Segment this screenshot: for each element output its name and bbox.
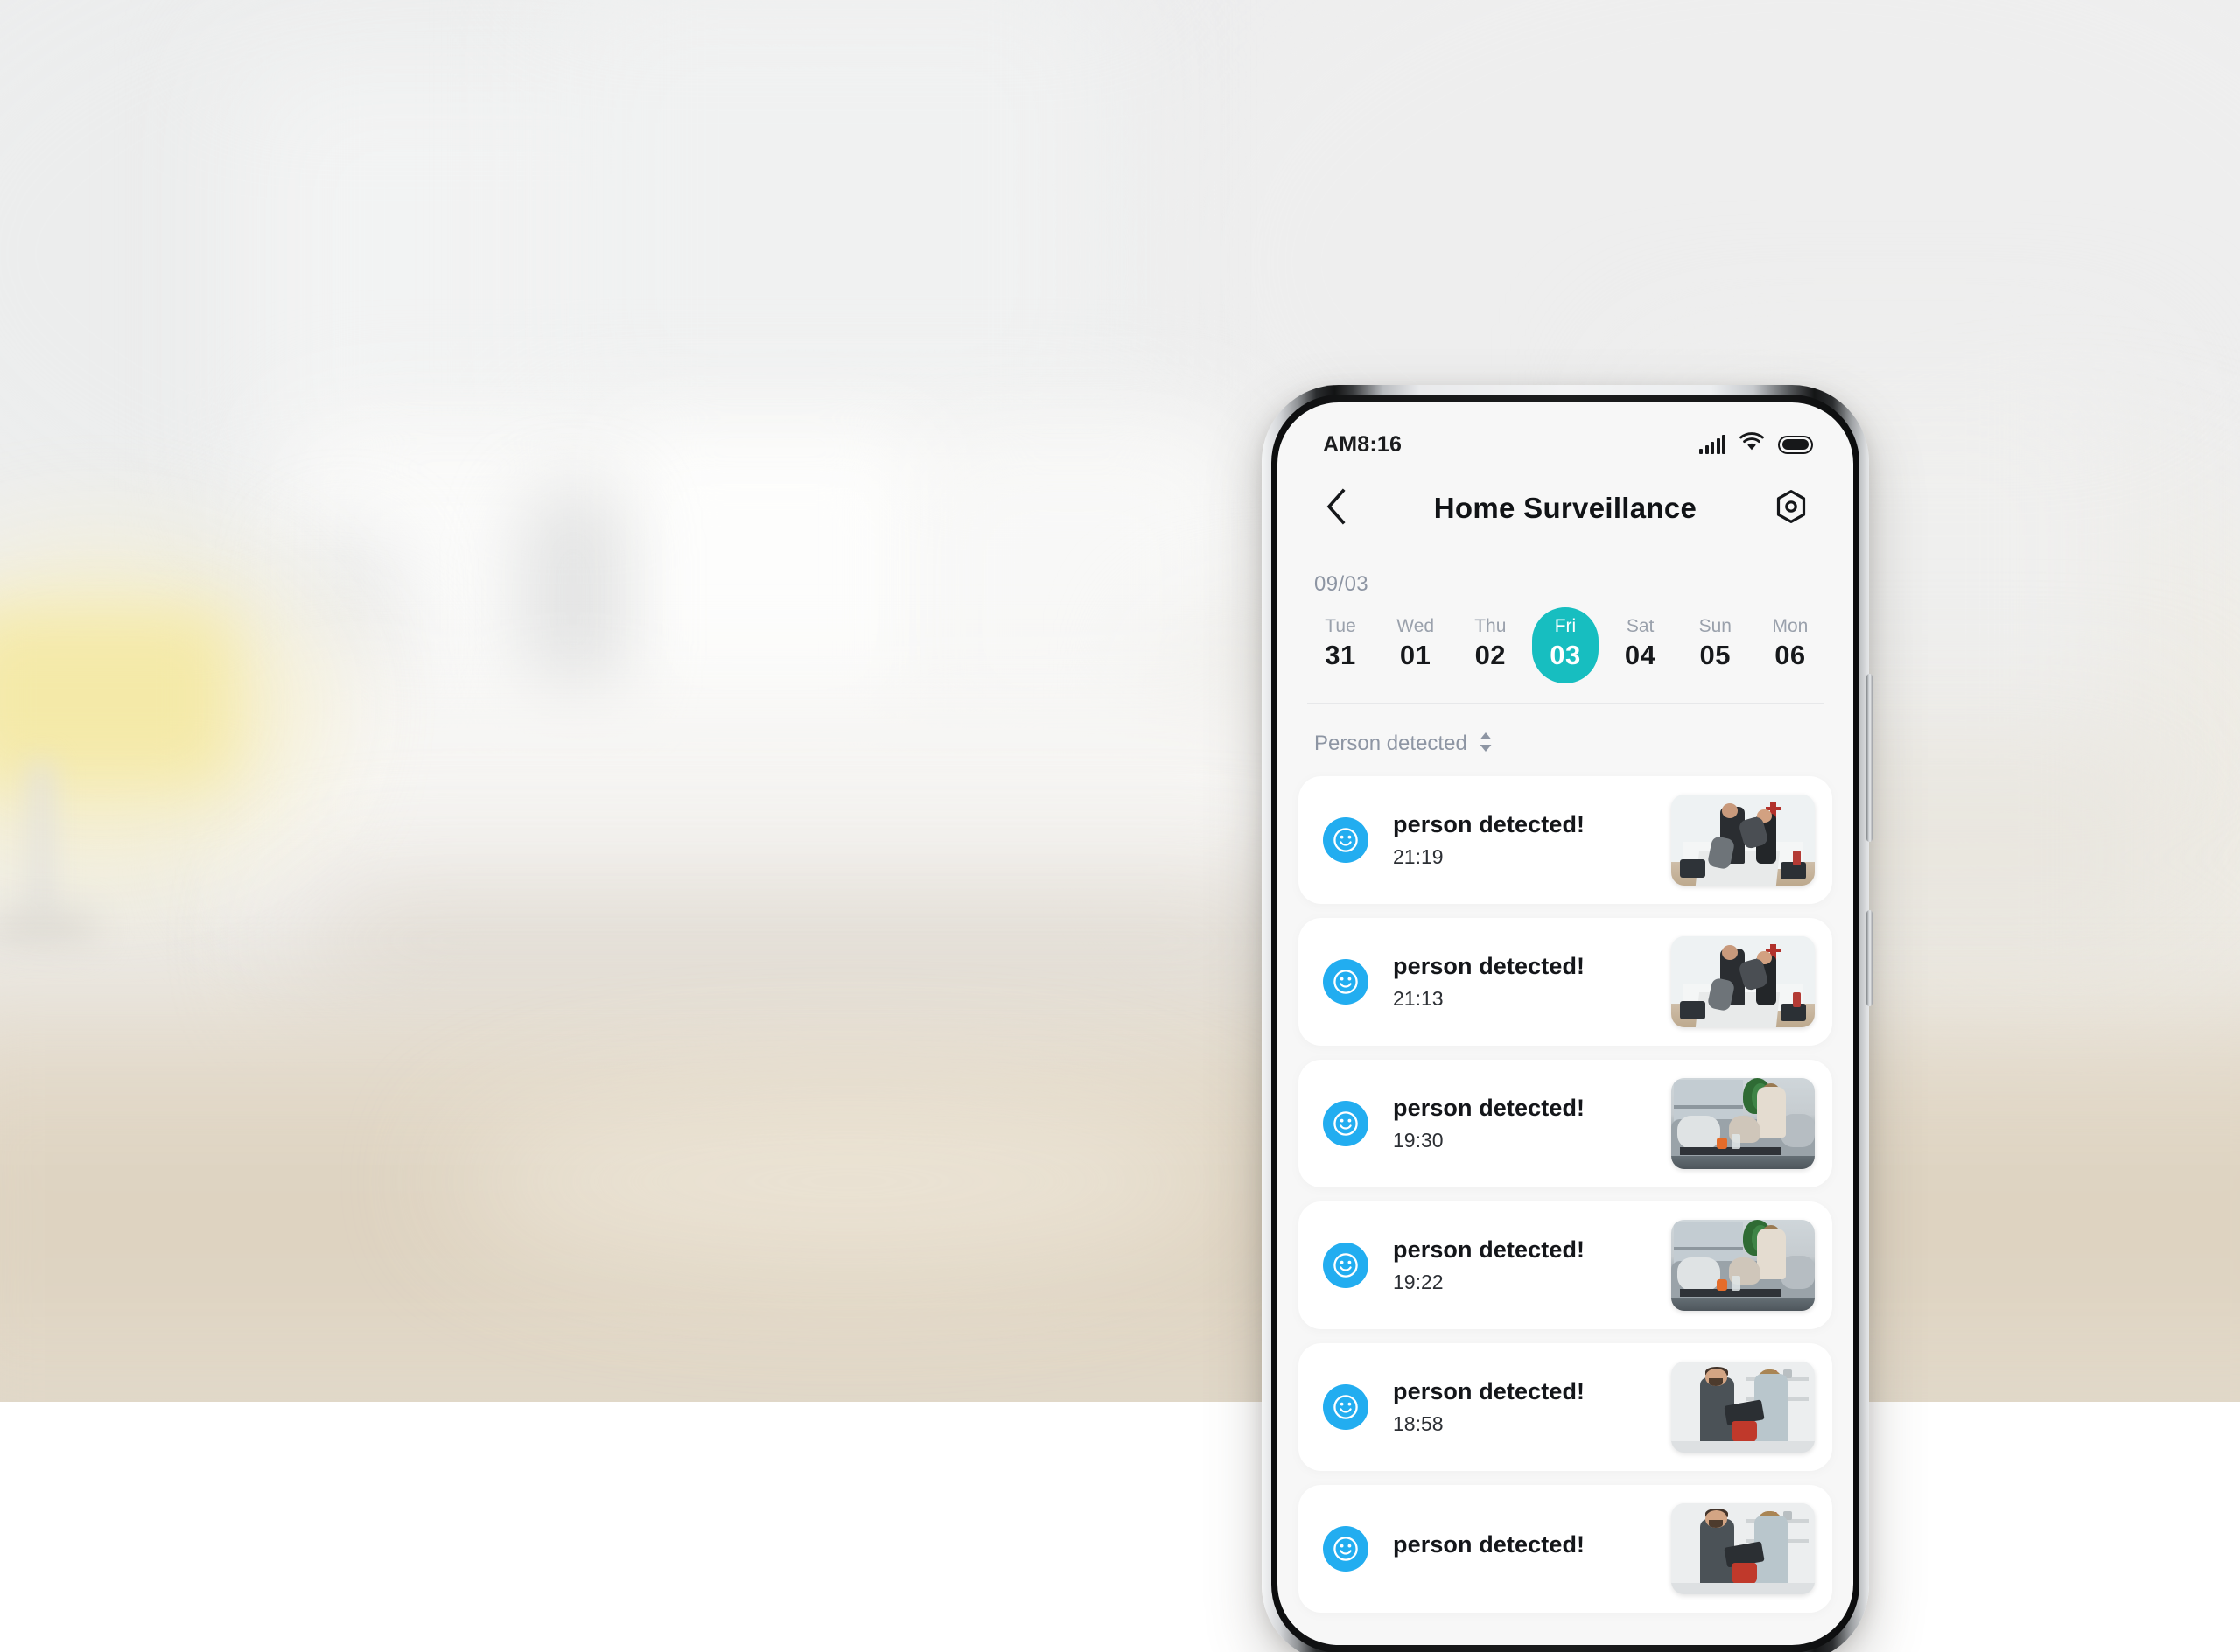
day-chip-thu[interactable]: Thu 02 [1457, 607, 1523, 683]
background-floor-highlight [455, 1094, 1242, 1269]
background-grey-pillow-1 [521, 490, 626, 709]
day-chip-dow: Fri [1554, 616, 1577, 636]
background-lamp-base [0, 914, 96, 941]
event-thumbnail[interactable] [1671, 1219, 1815, 1311]
day-chip-sun[interactable]: Sun 05 [1682, 607, 1748, 683]
phone-screen: AM8:16 Home Surveillance 09/03 Tue 31 We… [1278, 402, 1853, 1645]
event-thumbnail[interactable] [1671, 794, 1815, 886]
event-title: person detected! [1393, 952, 1586, 979]
status-bar: AM8:16 [1278, 402, 1853, 471]
event-card[interactable]: person detected! 19:30 [1298, 1059, 1832, 1187]
background-lamp-stem [31, 761, 52, 928]
signal-bars-icon [1699, 435, 1726, 454]
day-chip-fri-selected[interactable]: Fri 03 [1531, 607, 1599, 683]
event-card[interactable]: person detected! 21:13 [1298, 917, 1832, 1046]
day-chip-number: 01 [1399, 640, 1432, 671]
day-chip-number: 04 [1624, 640, 1656, 671]
battery-icon [1778, 435, 1813, 454]
event-time: 19:30 [1393, 1129, 1444, 1152]
day-chip-number: 31 [1325, 640, 1356, 671]
event-title: person detected! [1393, 1094, 1586, 1121]
power-button[interactable] [1866, 910, 1872, 1006]
event-title: person detected! [1393, 810, 1586, 837]
background-lamp-shade [0, 617, 228, 779]
volume-button[interactable] [1866, 674, 1872, 842]
date-label: 09/03 [1314, 572, 1369, 596]
event-card[interactable]: person detected! 21:19 [1298, 775, 1832, 904]
smiley-face-icon [1323, 1383, 1368, 1430]
day-chip-dow: Sun [1698, 616, 1732, 636]
event-card[interactable]: person detected! 18:58 [1298, 1342, 1832, 1471]
event-card[interactable]: person detected! [1298, 1484, 1832, 1613]
background-couch-shadow [289, 884, 1321, 998]
event-text: person detected! 21:19 [1393, 810, 1671, 870]
background-window-right [560, 0, 1120, 455]
event-time: 21:13 [1393, 987, 1444, 1011]
event-time: 21:19 [1393, 845, 1444, 869]
smiley-face-icon [1323, 816, 1368, 863]
event-title: person detected! [1393, 1236, 1586, 1263]
event-thumbnail[interactable] [1671, 1361, 1815, 1452]
event-text: person detected! 21:13 [1393, 952, 1671, 1012]
smiley-face-icon [1323, 1100, 1368, 1146]
day-selector-strip: Tue 31 Wed 01 Thu 02 Fri 03 Sat 04 Sun 0… [1278, 597, 1853, 683]
day-chip-mon[interactable]: Mon 06 [1757, 607, 1824, 683]
event-time: 18:58 [1393, 1412, 1444, 1436]
day-chip-dow: Tue [1325, 616, 1356, 636]
day-chip-dow: Sat [1626, 616, 1655, 636]
wifi-icon [1739, 432, 1765, 457]
settings-button[interactable] [1768, 485, 1815, 532]
day-chip-number: 05 [1699, 640, 1732, 671]
event-text: person detected! [1393, 1530, 1671, 1566]
phone-device-frame: AM8:16 Home Surveillance 09/03 Tue 31 We… [1262, 385, 1872, 1652]
event-thumbnail[interactable] [1671, 1502, 1815, 1594]
day-chip-tue[interactable]: Tue 31 [1307, 607, 1374, 683]
status-bar-clock: AM8:16 [1323, 431, 1403, 457]
day-chip-number: 02 [1474, 640, 1507, 671]
status-bar-icons [1699, 432, 1813, 457]
blurred-living-room-background [0, 0, 2240, 1402]
event-text: person detected! 18:58 [1393, 1377, 1671, 1437]
event-text: person detected! 19:30 [1393, 1094, 1671, 1153]
day-chip-number: 06 [1774, 640, 1806, 671]
chevron-left-icon [1325, 487, 1348, 529]
day-chip-number: 03 [1550, 640, 1581, 671]
day-chip-sat[interactable]: Sat 04 [1607, 607, 1674, 683]
event-list[interactable]: person detected! 21:19 person detected! … [1278, 759, 1853, 1613]
phone-bezel: AM8:16 Home Surveillance 09/03 Tue 31 We… [1271, 395, 1859, 1652]
smiley-face-icon [1323, 958, 1368, 1004]
back-button[interactable] [1312, 485, 1360, 532]
event-time: 19:22 [1393, 1270, 1444, 1294]
event-thumbnail[interactable] [1671, 1077, 1815, 1169]
day-chip-dow: Mon [1772, 616, 1809, 636]
event-title: person detected! [1393, 1377, 1586, 1404]
hex-gear-icon [1773, 488, 1810, 529]
day-chip-wed[interactable]: Wed 01 [1382, 607, 1449, 683]
day-chip-dow: Wed [1396, 616, 1435, 636]
event-card[interactable]: person detected! 19:22 [1298, 1200, 1832, 1329]
event-thumbnail[interactable] [1671, 935, 1815, 1027]
smiley-face-icon [1323, 1525, 1368, 1572]
event-title: person detected! [1393, 1531, 1586, 1558]
day-chip-dow: Thu [1474, 616, 1507, 636]
sort-updown-icon [1477, 730, 1494, 759]
app-bar: Home Surveillance [1278, 471, 1853, 546]
filter-label: Person detected [1314, 732, 1467, 756]
event-text: person detected! 19:22 [1393, 1236, 1671, 1295]
filter-dropdown[interactable]: Person detected [1278, 704, 1494, 759]
smiley-face-icon [1323, 1242, 1368, 1288]
